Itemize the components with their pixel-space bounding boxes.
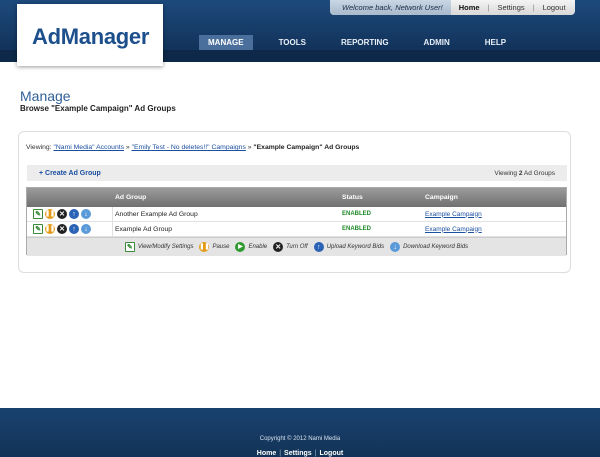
breadcrumb-accounts-link[interactable]: "Nami Media" Accounts	[53, 144, 124, 151]
table-row: ✎ ❚❚ ✕ ↑ ↓ Example Ad Group ENABLED Exam…	[27, 221, 566, 237]
legend-item: ❚❚ Pause	[199, 242, 229, 252]
legend-item: ↑ Upload Keyword Bids	[313, 242, 385, 252]
content-panel: Viewing: "Nami Media" Accounts » "Emily …	[18, 131, 571, 273]
edit-icon[interactable]: ✎	[33, 224, 43, 234]
footer-link-home[interactable]: Home	[257, 450, 276, 457]
icon-legend: ✎ View/Modify Settings ❚❚ Pause ▶ Enable ✕ T…	[27, 237, 566, 256]
ad-group-name: Another Example Ad Group	[115, 210, 198, 218]
welcome-message: Welcome back, Network User!	[330, 0, 451, 15]
edit-icon[interactable]: ✎	[33, 209, 43, 219]
breadcrumb-separator: »	[125, 144, 130, 151]
page-subtitle: Browse "Example Campaign" Ad Groups	[20, 104, 176, 113]
breadcrumb-current: "Example Campaign" Ad Groups	[253, 144, 360, 151]
legend-item: ✕ Turn Off	[273, 242, 308, 252]
action-bar: + Create Ad Group Viewing 2 Ad Groups	[27, 165, 567, 181]
header-campaign[interactable]: Campaign	[423, 194, 566, 201]
campaign-link[interactable]: Example Campaign	[423, 226, 566, 233]
nav-manage[interactable]: MANAGE	[199, 35, 253, 50]
download-icon: ↓	[390, 242, 401, 252]
status-badge: ENABLED	[342, 226, 372, 232]
top-link-settings[interactable]: Settings	[490, 3, 533, 12]
main-nav: MANAGE TOOLS REPORTING ADMIN HELP	[199, 35, 532, 50]
nav-tools[interactable]: TOOLS	[270, 35, 315, 50]
pause-icon[interactable]: ❚❚	[45, 224, 55, 234]
logo: AdManager	[32, 24, 150, 49]
edit-icon: ✎	[124, 242, 135, 252]
legend-label: Pause	[212, 244, 230, 250]
legend-label: Download Keyword Bids	[403, 244, 469, 250]
breadcrumb-separator: »	[247, 144, 252, 151]
turn-off-icon[interactable]: ✕	[57, 209, 67, 219]
turn-off-icon[interactable]: ✕	[57, 224, 67, 234]
legend-label: Upload Keyword Bids	[326, 244, 385, 250]
copyright: Copyright © 2012 Nami Media	[259, 436, 341, 442]
header-status[interactable]: Status	[340, 194, 423, 201]
page-title: Manage	[20, 88, 71, 104]
legend-label: View/Modify Settings	[137, 244, 194, 250]
campaign-link[interactable]: Example Campaign	[423, 211, 566, 218]
viewing-number: 2	[518, 169, 523, 177]
download-icon[interactable]: ↓	[81, 224, 91, 234]
footer-link-settings[interactable]: Settings	[284, 450, 312, 457]
nav-admin[interactable]: ADMIN	[415, 35, 459, 50]
row-actions: ✎ ❚❚ ✕ ↑ ↓	[27, 206, 113, 222]
nav-help[interactable]: HELP	[476, 35, 515, 50]
top-link-logout[interactable]: Logout	[535, 3, 574, 12]
breadcrumb: Viewing: "Nami Media" Accounts » "Emily …	[26, 144, 359, 151]
legend-label: Enable	[248, 244, 268, 250]
nav-reporting[interactable]: REPORTING	[332, 35, 398, 50]
legend-label: Turn Off	[286, 244, 308, 250]
pause-icon: ❚❚	[199, 242, 210, 252]
viewing-count: Viewing 2 Ad Groups	[494, 170, 555, 177]
separator: |	[314, 450, 317, 457]
breadcrumb-campaigns-link[interactable]: "Emily Test - No deletes!!" Campaigns	[132, 144, 246, 151]
ad-group-name: Example Ad Group	[115, 225, 173, 233]
legend-item: ▶ Enable	[235, 242, 267, 252]
upload-icon: ↑	[313, 242, 324, 252]
turn-off-icon: ✕	[273, 242, 284, 252]
enable-icon: ▶	[235, 242, 246, 252]
footer-links: Home | Settings | Logout	[0, 450, 600, 457]
separator: |	[279, 450, 282, 457]
legend-item: ✎ View/Modify Settings	[124, 242, 194, 252]
viewing-prefix: Viewing	[494, 169, 518, 177]
status-badge: ENABLED	[342, 211, 372, 217]
table-header: Ad Group Status Campaign	[27, 188, 566, 207]
top-user-bar: Welcome back, Network User! Home | Setti…	[330, 0, 575, 15]
top-link-home[interactable]: Home	[451, 3, 488, 12]
legend-item: ↓ Download Keyword Bids	[390, 242, 468, 252]
upload-icon[interactable]: ↑	[69, 224, 79, 234]
footer-link-logout[interactable]: Logout	[320, 450, 344, 457]
header-ad-group[interactable]: Ad Group	[113, 194, 340, 201]
logo-box[interactable]: AdManager	[17, 4, 163, 66]
download-icon[interactable]: ↓	[81, 209, 91, 219]
pause-icon[interactable]: ❚❚	[45, 209, 55, 219]
viewing-suffix: Ad Groups	[523, 169, 555, 177]
create-ad-group-link[interactable]: + Create Ad Group	[39, 170, 101, 177]
upload-icon[interactable]: ↑	[69, 209, 79, 219]
table-row: ✎ ❚❚ ✕ ↑ ↓ Another Example Ad Group ENAB…	[27, 206, 566, 222]
breadcrumb-prefix: Viewing:	[26, 144, 52, 151]
ad-group-table: Ad Group Status Campaign ✎ ❚❚ ✕ ↑ ↓ Anot…	[26, 187, 567, 256]
row-actions: ✎ ❚❚ ✕ ↑ ↓	[27, 221, 113, 237]
